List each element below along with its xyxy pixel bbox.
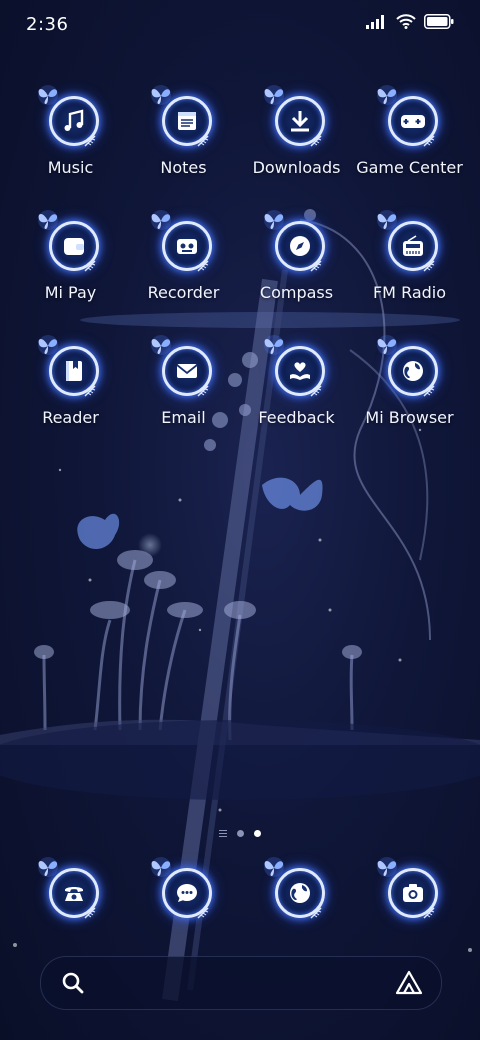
status-time: 2:36 xyxy=(26,14,69,35)
feather-icon xyxy=(422,384,436,398)
butterfly-icon xyxy=(37,856,59,878)
dock-messages[interactable] xyxy=(127,862,240,932)
envelope-icon xyxy=(175,364,198,378)
butterfly-icon xyxy=(150,84,172,106)
butterfly-icon xyxy=(150,209,172,231)
feather-icon xyxy=(309,384,323,398)
app-row: Reader Email Feedback Mi Browser xyxy=(14,340,466,465)
app-label: Game Center xyxy=(356,158,463,177)
app-label: Mi Pay xyxy=(44,283,97,302)
app-label: Music xyxy=(47,158,94,177)
app-label: Email xyxy=(161,408,206,427)
wallet-icon xyxy=(63,238,84,255)
feather-icon xyxy=(196,259,210,273)
app-label: Feedback xyxy=(258,408,335,427)
app-label: Recorder xyxy=(147,283,220,302)
camera-icon xyxy=(402,884,423,902)
dock xyxy=(14,862,466,932)
radio-icon xyxy=(402,235,423,256)
chat-bubble-icon xyxy=(176,884,197,902)
gamepad-icon xyxy=(400,115,425,128)
feather-icon xyxy=(422,259,436,273)
battery-icon xyxy=(424,14,454,29)
app-compass[interactable]: Compass xyxy=(240,215,353,340)
butterfly-icon xyxy=(263,209,285,231)
page-indicator[interactable] xyxy=(0,830,480,837)
app-notes[interactable]: Notes xyxy=(127,90,240,215)
music-note-icon xyxy=(64,109,83,131)
globe-icon xyxy=(289,883,310,903)
feather-icon xyxy=(83,259,97,273)
download-icon xyxy=(290,111,309,132)
status-bar: 2:36 xyxy=(0,0,480,52)
app-downloads[interactable]: Downloads xyxy=(240,90,353,215)
butterfly-icon xyxy=(263,856,285,878)
app-mi-browser[interactable]: Mi Browser xyxy=(353,340,466,465)
wifi-icon xyxy=(396,14,416,29)
butterfly-icon xyxy=(150,856,172,878)
app-music[interactable]: Music xyxy=(14,90,127,215)
app-game-center[interactable]: Game Center xyxy=(353,90,466,215)
app-recorder[interactable]: Recorder xyxy=(127,215,240,340)
app-row: Music Notes Downloads Game Center xyxy=(14,90,466,215)
app-row: Mi Pay Recorder Compass FM Radio xyxy=(14,215,466,340)
butterfly-icon xyxy=(376,209,398,231)
feather-icon xyxy=(309,259,323,273)
signal-icon xyxy=(366,14,384,29)
butterfly-icon xyxy=(376,334,398,356)
app-label: Reader xyxy=(42,408,99,427)
app-email[interactable]: Email xyxy=(127,340,240,465)
cassette-icon xyxy=(176,239,197,254)
feather-icon xyxy=(83,906,97,920)
app-grid: Music Notes Downloads Game Center Mi Pay… xyxy=(14,90,466,465)
feather-icon xyxy=(83,384,97,398)
feather-icon xyxy=(422,906,436,920)
page-indicator-list xyxy=(219,830,227,837)
butterfly-icon xyxy=(376,84,398,106)
app-feedback[interactable]: Feedback xyxy=(240,340,353,465)
butterfly-icon xyxy=(263,84,285,106)
page-dot-active xyxy=(254,830,261,837)
feather-icon xyxy=(196,384,210,398)
compass-icon xyxy=(289,236,310,256)
app-mi-pay[interactable]: Mi Pay xyxy=(14,215,127,340)
dock-browser[interactable] xyxy=(240,862,353,932)
butterfly-icon xyxy=(37,84,59,106)
app-label: FM Radio xyxy=(372,283,447,302)
search-icon[interactable] xyxy=(61,971,85,995)
telephone-icon xyxy=(64,887,83,901)
dock-phone[interactable] xyxy=(14,862,127,932)
globe-icon xyxy=(402,361,423,381)
feather-icon xyxy=(196,134,210,148)
butterfly-icon xyxy=(37,334,59,356)
page-dot xyxy=(237,830,244,837)
app-label: Downloads xyxy=(252,158,341,177)
butterfly-icon xyxy=(37,209,59,231)
butterfly-icon xyxy=(263,334,285,356)
search-bar[interactable] xyxy=(40,956,442,1010)
feather-icon xyxy=(196,906,210,920)
app-label: Mi Browser xyxy=(365,408,454,427)
dock-camera[interactable] xyxy=(353,862,466,932)
feather-icon xyxy=(83,134,97,148)
feather-icon xyxy=(422,134,436,148)
feather-icon xyxy=(309,134,323,148)
notes-icon xyxy=(177,112,196,130)
feather-icon xyxy=(309,906,323,920)
app-label: Compass xyxy=(259,283,334,302)
book-icon xyxy=(65,361,82,381)
assistant-icon[interactable] xyxy=(395,970,423,996)
app-reader[interactable]: Reader xyxy=(14,340,127,465)
app-fm-radio[interactable]: FM Radio xyxy=(353,215,466,340)
app-label: Notes xyxy=(160,158,207,177)
heart-hand-icon xyxy=(289,362,310,380)
status-icons xyxy=(366,14,454,29)
butterfly-icon xyxy=(376,856,398,878)
butterfly-icon xyxy=(150,334,172,356)
